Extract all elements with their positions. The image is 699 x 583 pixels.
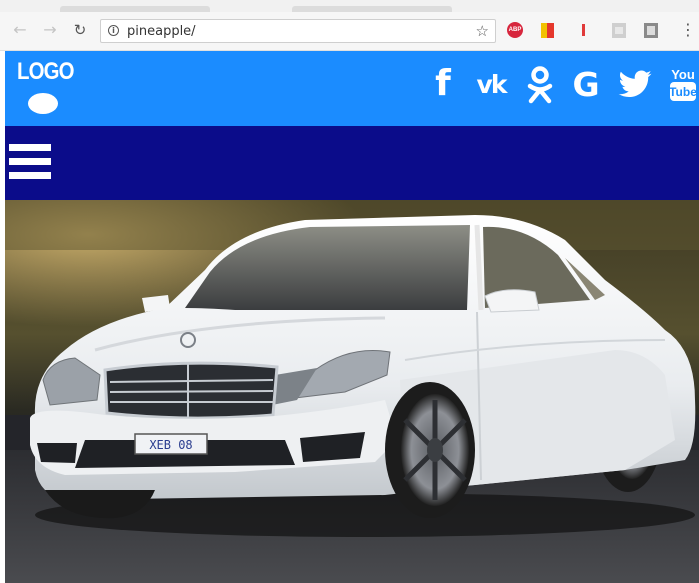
alert-extension-icon[interactable]	[582, 24, 585, 36]
youtube-icon[interactable]: You Tube	[669, 65, 697, 101]
url-text[interactable]: pineapple/	[127, 24, 196, 39]
address-bar[interactable]: i pineapple/ ☆	[100, 19, 496, 43]
arrow-right-icon[interactable]: →	[40, 20, 60, 40]
browser-toolbar: ← → ↻ i pineapple/ ☆ ABP ⋮	[0, 12, 699, 51]
reload-icon[interactable]: ↻	[70, 20, 90, 40]
facebook-icon[interactable]: f	[433, 66, 453, 102]
kebab-menu-icon[interactable]: ⋮	[680, 20, 696, 40]
browser-tab-strip	[0, 0, 699, 12]
info-icon[interactable]: i	[108, 25, 119, 36]
hamburger-menu-icon[interactable]	[9, 144, 51, 180]
square-extension-icon[interactable]	[644, 23, 658, 38]
google-icon[interactable]: G	[570, 66, 602, 103]
arrow-left-icon[interactable]: ←	[10, 20, 30, 40]
bars-extension-icon[interactable]	[612, 23, 626, 38]
odnoklassniki-icon[interactable]	[525, 66, 555, 104]
license-plate-text: XEB 08	[149, 438, 192, 452]
site-navigation-bar	[5, 126, 699, 200]
site-header: LOGO f vk G You Tube	[5, 51, 699, 126]
youtube-text-bottom: Tube	[669, 85, 697, 99]
car-illustration: XEB 08	[5, 200, 699, 583]
hero-car-image: XEB 08	[5, 200, 699, 583]
vk-icon[interactable]: vk	[471, 66, 511, 102]
flag-extension-icon[interactable]	[541, 23, 554, 38]
logo-oval-shape[interactable]	[28, 93, 58, 114]
star-icon[interactable]: ☆	[476, 22, 489, 40]
twitter-icon[interactable]	[617, 66, 653, 102]
youtube-text-top: You	[671, 67, 695, 82]
site-logo[interactable]: LOGO	[17, 58, 75, 86]
adblock-icon[interactable]: ABP	[507, 22, 523, 38]
